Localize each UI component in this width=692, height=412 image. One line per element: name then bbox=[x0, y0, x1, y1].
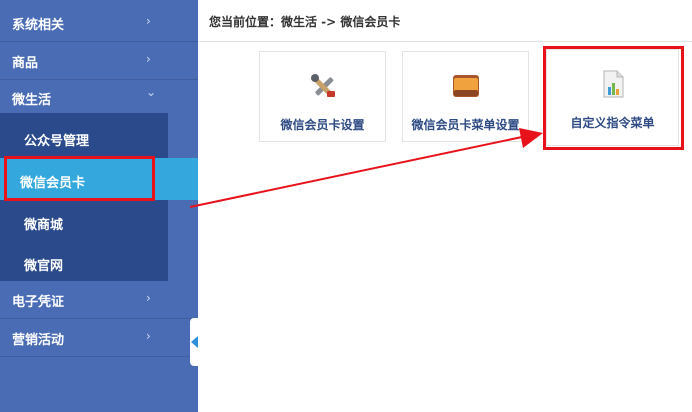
sidebar-item-marketing[interactable]: 营销活动 › bbox=[0, 319, 198, 357]
breadcrumb-text: 您当前位置：微生活 -> 微信会员卡 bbox=[209, 15, 401, 29]
submenu-item-micro-mall[interactable]: 微商城 bbox=[0, 200, 168, 242]
sidebar-item-wei-life[interactable]: 微生活 ⌄ bbox=[0, 79, 198, 117]
tile-label: 微信会员卡菜单设置 bbox=[411, 118, 520, 132]
chevron-right-icon: › bbox=[146, 14, 151, 28]
breadcrumb: 您当前位置：微生活 -> 微信会员卡 bbox=[199, 0, 692, 42]
submenu-item-label: 微官网 bbox=[24, 259, 64, 274]
sidebar-item-e-voucher[interactable]: 电子凭证 › bbox=[0, 281, 198, 319]
sidebar-item-label: 商品 bbox=[12, 56, 39, 71]
tile-label: 微信会员卡设置 bbox=[280, 118, 365, 132]
chevron-down-icon: ⌄ bbox=[146, 85, 157, 99]
sidebar-item-label: 微生活 bbox=[12, 93, 52, 108]
chevron-left-icon bbox=[191, 336, 198, 348]
collapse-sidebar-button[interactable] bbox=[190, 318, 199, 366]
chevron-right-icon: › bbox=[146, 52, 151, 66]
submenu-item-label: 公众号管理 bbox=[24, 134, 90, 149]
sidebar-item-label: 电子凭证 bbox=[12, 295, 65, 310]
highlight-box-member-card bbox=[4, 156, 155, 201]
chevron-right-icon: › bbox=[146, 291, 151, 305]
highlight-box-custom-menu bbox=[543, 46, 684, 150]
submenu-item-micro-site[interactable]: 微官网 bbox=[0, 241, 168, 283]
wallet-icon bbox=[452, 75, 479, 97]
sidebar: 系统相关 › 商品 › 微生活 ⌄ 公众号管理 微信会员卡 微商城 微官网 电子… bbox=[0, 0, 198, 412]
tile-member-card-settings[interactable]: 微信会员卡设置 bbox=[259, 51, 386, 142]
chevron-right-icon: › bbox=[146, 329, 151, 343]
sidebar-item-label: 营销活动 bbox=[12, 333, 65, 348]
submenu-item-official-account[interactable]: 公众号管理 bbox=[0, 116, 168, 158]
sidebar-item-products[interactable]: 商品 › bbox=[0, 42, 198, 80]
tools-icon bbox=[310, 74, 335, 97]
sidebar-item-label: 系统相关 bbox=[12, 18, 65, 33]
tile-member-card-menu-settings[interactable]: 微信会员卡菜单设置 bbox=[402, 51, 529, 142]
submenu-item-label: 微商城 bbox=[24, 218, 64, 233]
sidebar-item-system[interactable]: 系统相关 › bbox=[0, 4, 198, 42]
